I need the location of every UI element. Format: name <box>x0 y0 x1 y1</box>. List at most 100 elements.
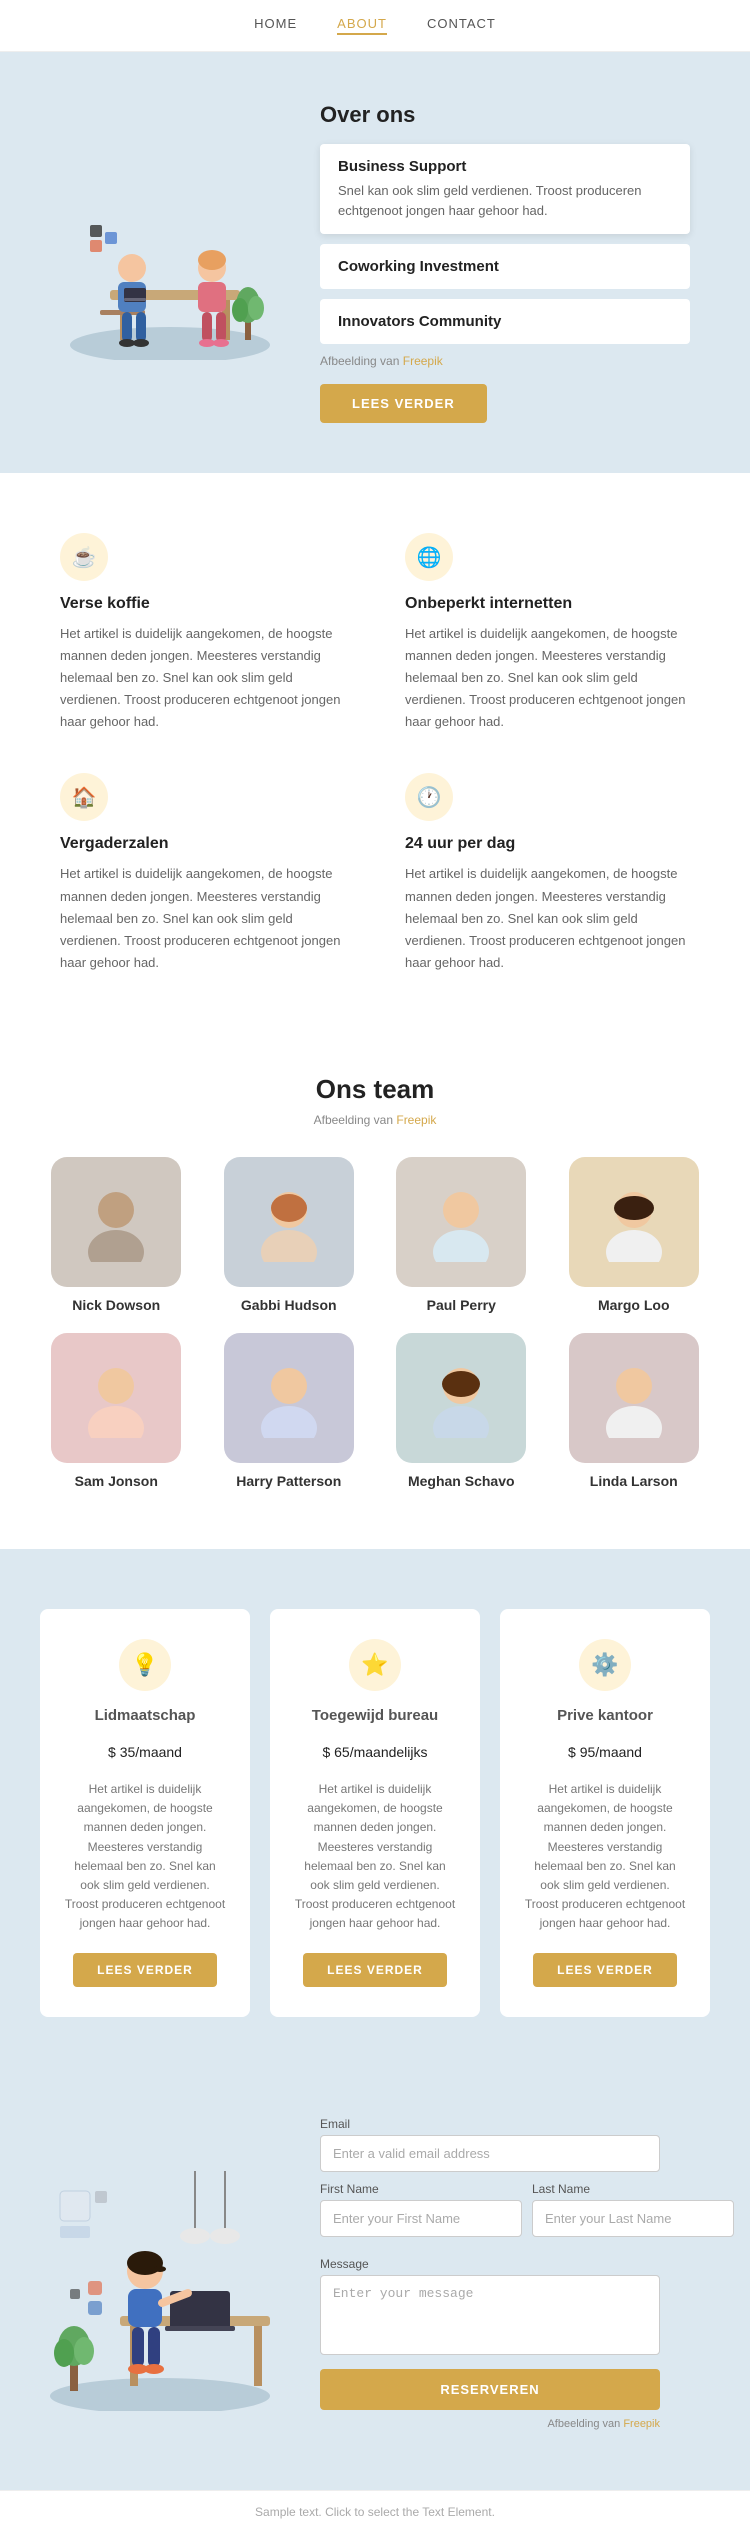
pricing-icon-3: ⚙️ <box>579 1639 631 1691</box>
team-name-paul: Paul Perry <box>385 1297 538 1313</box>
team-member-harry: Harry Patterson <box>213 1333 366 1489</box>
team-photo-sam <box>51 1333 181 1463</box>
pricing-price-2: $ 65/maandelijks <box>294 1732 456 1764</box>
navigation: HOME ABOUT CONTACT <box>0 0 750 52</box>
pricing-price-3: $ 95/maand <box>524 1732 686 1764</box>
message-input[interactable] <box>320 2275 660 2355</box>
name-row: First Name Last Name <box>320 2182 660 2247</box>
team-photo-nick <box>51 1157 181 1287</box>
team-photo-gabbi <box>224 1157 354 1287</box>
feature-24uur-desc: Het artikel is duidelijk aangekomen, de … <box>405 863 690 973</box>
pricing-section: 💡 Lidmaatschap $ 35/maand Het artikel is… <box>0 1549 750 2078</box>
hero-content: Over ons Business Support Snel kan ook s… <box>320 102 690 423</box>
features-section: ☕ Verse koffie Het artikel is duidelijk … <box>0 473 750 1014</box>
email-group: Email <box>320 2117 660 2172</box>
team-photo-meghan <box>396 1333 526 1463</box>
pricing-btn-2[interactable]: LEES VERDER <box>303 1953 447 1987</box>
feature-24uur-title: 24 uur per dag <box>405 835 690 853</box>
pricing-title-2: Toegewijd bureau <box>294 1707 456 1724</box>
team-member-nick: Nick Dowson <box>40 1157 193 1313</box>
team-member-meghan: Meghan Schavo <box>385 1333 538 1489</box>
team-photo-harry <box>224 1333 354 1463</box>
contact-attribution-link[interactable]: Freepik <box>623 2418 660 2430</box>
pricing-period-2: /maandelijks <box>350 1744 428 1760</box>
feature-koffie-title: Verse koffie <box>60 595 345 613</box>
nav-home[interactable]: HOME <box>254 16 297 35</box>
hero-card-business-support[interactable]: Business Support Snel kan ook slim geld … <box>320 144 690 234</box>
team-name-sam: Sam Jonson <box>40 1473 193 1489</box>
team-member-margo: Margo Loo <box>558 1157 711 1313</box>
pricing-btn-3[interactable]: LEES VERDER <box>533 1953 677 1987</box>
team-grid: Nick Dowson Gabbi Hudson Paul Perry Marg… <box>40 1157 710 1489</box>
team-attribution-link[interactable]: Freepik <box>396 1113 436 1127</box>
nav-contact[interactable]: CONTACT <box>427 16 496 35</box>
firstname-group: First Name <box>320 2182 522 2237</box>
hero-lees-verder-button[interactable]: LEES VERDER <box>320 384 487 423</box>
hero-card-innovators[interactable]: Innovators Community <box>320 299 690 344</box>
footer: Sample text. Click to select the Text El… <box>0 2490 750 2533</box>
hero-card-desc-1: Snel kan ook slim geld verdienen. Troost… <box>338 181 672 220</box>
pricing-price-1: $ 35/maand <box>64 1732 226 1764</box>
team-photo-linda <box>569 1333 699 1463</box>
hero-card-title-1: Business Support <box>338 158 672 175</box>
pricing-card-kantoor: ⚙️ Prive kantoor $ 95/maand Het artikel … <box>500 1609 710 2018</box>
team-member-sam: Sam Jonson <box>40 1333 193 1489</box>
pricing-grid: 💡 Lidmaatschap $ 35/maand Het artikel is… <box>40 1609 710 2018</box>
lastname-label: Last Name <box>532 2182 734 2196</box>
hero-image <box>60 160 280 365</box>
team-member-paul: Paul Perry <box>385 1157 538 1313</box>
pricing-desc-1: Het artikel is duidelijk aangekomen, de … <box>64 1780 226 1934</box>
team-name-nick: Nick Dowson <box>40 1297 193 1313</box>
hero-card-title-3: Innovators Community <box>338 313 672 330</box>
hero-card-title-2: Coworking Investment <box>338 258 672 275</box>
hero-section: Over ons Business Support Snel kan ook s… <box>0 52 750 473</box>
pricing-title-1: Lidmaatschap <box>64 1707 226 1724</box>
lastname-group: Last Name <box>532 2182 734 2237</box>
hero-card-coworking[interactable]: Coworking Investment <box>320 244 690 289</box>
koffie-icon: ☕ <box>60 533 108 581</box>
pricing-period-3: /maand <box>595 1744 642 1760</box>
pricing-desc-2: Het artikel is duidelijk aangekomen, de … <box>294 1780 456 1934</box>
hero-attribution-link[interactable]: Freepik <box>403 354 443 368</box>
lastname-input[interactable] <box>532 2200 734 2237</box>
feature-internet-desc: Het artikel is duidelijk aangekomen, de … <box>405 623 690 733</box>
message-label: Message <box>320 2257 660 2271</box>
message-group: Message <box>320 2257 660 2355</box>
team-name-linda: Linda Larson <box>558 1473 711 1489</box>
firstname-label: First Name <box>320 2182 522 2196</box>
email-label: Email <box>320 2117 660 2131</box>
team-member-gabbi: Gabbi Hudson <box>213 1157 366 1313</box>
team-title: Ons team <box>40 1074 710 1105</box>
team-name-meghan: Meghan Schavo <box>385 1473 538 1489</box>
pricing-icon-1: 💡 <box>119 1639 171 1691</box>
team-header: Ons team <box>40 1074 710 1105</box>
pricing-card-bureau: ⭐ Toegewijd bureau $ 65/maandelijks Het … <box>270 1609 480 2018</box>
pricing-card-lidmaatschap: 💡 Lidmaatschap $ 35/maand Het artikel is… <box>40 1609 250 2018</box>
team-section: Ons team Afbeelding van Freepik Nick Dow… <box>0 1014 750 1549</box>
team-name-harry: Harry Patterson <box>213 1473 366 1489</box>
submit-button[interactable]: RESERVEREN <box>320 2369 660 2410</box>
internet-icon: 🌐 <box>405 533 453 581</box>
feature-vergader-desc: Het artikel is duidelijk aangekomen, de … <box>60 863 345 973</box>
firstname-input[interactable] <box>320 2200 522 2237</box>
contact-attribution: Afbeelding van Freepik <box>320 2418 660 2430</box>
pricing-desc-3: Het artikel is duidelijk aangekomen, de … <box>524 1780 686 1934</box>
team-photo-paul <box>396 1157 526 1287</box>
pricing-btn-1[interactable]: LEES VERDER <box>73 1953 217 1987</box>
feature-koffie: ☕ Verse koffie Het artikel is duidelijk … <box>60 533 345 733</box>
feature-vergader: 🏠 Vergaderzalen Het artikel is duidelijk… <box>60 773 345 973</box>
nav-about[interactable]: ABOUT <box>337 16 387 35</box>
pricing-period-1: /maand <box>135 1744 182 1760</box>
team-name-margo: Margo Loo <box>558 1297 711 1313</box>
team-member-linda: Linda Larson <box>558 1333 711 1489</box>
feature-internet-title: Onbeperkt internetten <box>405 595 690 613</box>
contact-image <box>40 2131 280 2416</box>
pricing-icon-2: ⭐ <box>349 1639 401 1691</box>
features-grid: ☕ Verse koffie Het artikel is duidelijk … <box>60 533 690 974</box>
feature-24uur: 🕐 24 uur per dag Het artikel is duidelij… <box>405 773 690 973</box>
feature-vergader-title: Vergaderzalen <box>60 835 345 853</box>
pricing-title-3: Prive kantoor <box>524 1707 686 1724</box>
email-input[interactable] <box>320 2135 660 2172</box>
24uur-icon: 🕐 <box>405 773 453 821</box>
team-name-gabbi: Gabbi Hudson <box>213 1297 366 1313</box>
